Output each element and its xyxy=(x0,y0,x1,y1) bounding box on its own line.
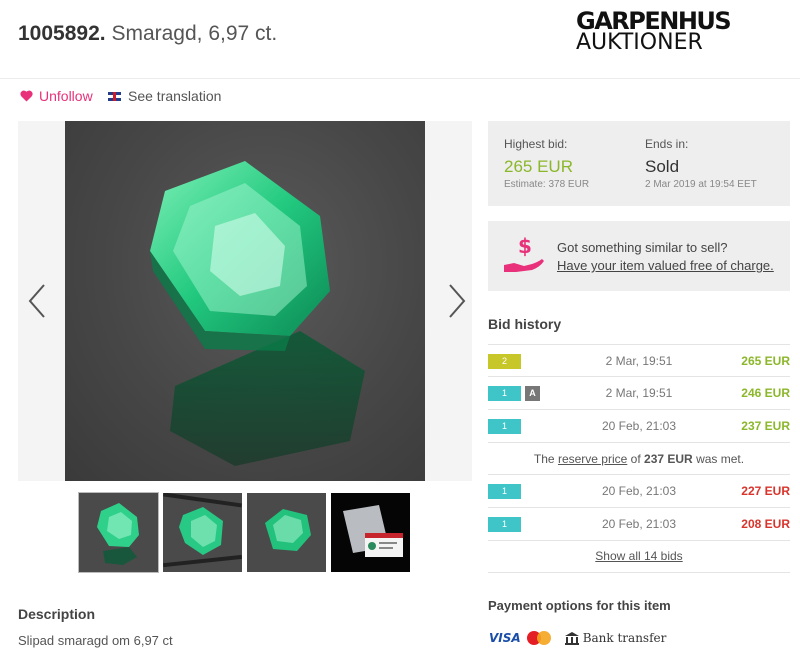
bid-row: 1 A 2 Mar, 19:51 246 EUR xyxy=(488,377,790,410)
logo-line-2: AUKTIONER xyxy=(576,30,703,55)
bid-amount: 237 EUR xyxy=(741,419,790,433)
visa-logo: VISA xyxy=(489,631,521,645)
emerald-tweezers-thumbnail xyxy=(163,493,242,568)
bid-amount: 246 EUR xyxy=(741,386,790,400)
reserve-price-link[interactable]: reserve price xyxy=(558,452,627,466)
logo[interactable]: GARPENHUS AUKTIONER xyxy=(576,7,732,56)
end-time: 2 Mar 2019 at 19:54 EET xyxy=(645,179,757,190)
bid-row: 1 20 Feb, 21:03 237 EUR xyxy=(488,410,790,443)
payment-heading: Payment options for this item xyxy=(488,598,671,613)
bid-history-title: Bid history xyxy=(488,316,562,332)
mastercard-icon xyxy=(526,631,551,645)
highest-bid-label: Highest bid: xyxy=(504,137,568,151)
valuation-link[interactable]: Have your item valued free of charge. xyxy=(557,258,774,273)
thumbnail-1[interactable] xyxy=(78,492,159,573)
image-gallery xyxy=(18,121,472,481)
heart-icon xyxy=(20,90,33,102)
bid-row: 2 2 Mar, 19:51 265 EUR xyxy=(488,344,790,377)
lot-title: 1005892. Smaragd, 6,97 ct. xyxy=(18,22,277,46)
payment-options: VISA Bank transfer xyxy=(489,631,666,645)
reserve-mid: of xyxy=(630,452,641,466)
unfollow-button[interactable]: Unfollow xyxy=(20,88,93,104)
ends-label: Ends in: xyxy=(645,137,689,151)
svg-text:$: $ xyxy=(518,235,532,258)
emerald-side-thumbnail xyxy=(265,509,311,551)
sell-promo: $ Got something similar to sell? Have yo… xyxy=(488,221,790,291)
bank-transfer-label: Bank transfer xyxy=(582,631,667,645)
emerald-image xyxy=(150,161,365,466)
uk-flag-icon xyxy=(108,91,121,101)
description-heading: Description xyxy=(18,606,96,622)
lot-number: 1005892. xyxy=(18,22,106,45)
chevron-left-icon[interactable] xyxy=(24,281,52,321)
thumbnail-3[interactable] xyxy=(247,493,326,572)
reserve-note: The reserve price of 237 EUR was met. xyxy=(488,443,790,475)
highest-bid-value: 265 EUR xyxy=(504,157,573,176)
see-translation-button[interactable]: See translation xyxy=(108,88,221,104)
header-divider xyxy=(0,78,800,79)
reserve-suffix: was met. xyxy=(696,452,745,466)
thumbnail-2[interactable] xyxy=(163,493,242,572)
bid-amount: 227 EUR xyxy=(741,484,790,498)
bid-row: 1 20 Feb, 21:03 208 EUR xyxy=(488,508,790,541)
unfollow-label: Unfollow xyxy=(39,88,93,104)
hand-money-icon: $ xyxy=(504,235,544,272)
emerald-thumbnail xyxy=(97,503,139,565)
thumbnail-strip xyxy=(78,492,410,573)
bid-amount: 265 EUR xyxy=(741,354,790,368)
logo-line-1: GARPENHUS xyxy=(576,7,732,35)
show-all-bids-link[interactable]: Show all 14 bids xyxy=(488,541,790,573)
reserve-prefix: The xyxy=(533,452,555,466)
see-translation-label: See translation xyxy=(128,88,222,104)
sell-question: Got something similar to sell? xyxy=(557,240,728,255)
bid-amount: 208 EUR xyxy=(741,517,790,531)
bank-transfer: Bank transfer xyxy=(564,631,667,645)
status-sold: Sold xyxy=(645,157,680,176)
bid-summary: Highest bid: 265 EUR Estimate: 378 EUR E… xyxy=(488,121,790,206)
description-text: Slipad smaragd om 6,97 ct xyxy=(18,633,173,648)
bid-history-list: 2 2 Mar, 19:51 265 EUR 1 A 2 Mar, 19:51 … xyxy=(488,344,790,573)
thumbnail-4[interactable] xyxy=(331,493,410,572)
main-product-image[interactable] xyxy=(65,121,425,481)
chevron-right-icon[interactable] xyxy=(442,281,470,321)
lot-name: Smaragd, 6,97 ct. xyxy=(111,22,278,45)
certificate-thumbnail xyxy=(343,505,403,557)
reserve-amount: 237 EUR xyxy=(644,452,693,466)
estimate: Estimate: 378 EUR xyxy=(504,179,590,190)
bid-row: 1 20 Feb, 21:03 227 EUR xyxy=(488,475,790,508)
bank-icon xyxy=(564,631,579,645)
